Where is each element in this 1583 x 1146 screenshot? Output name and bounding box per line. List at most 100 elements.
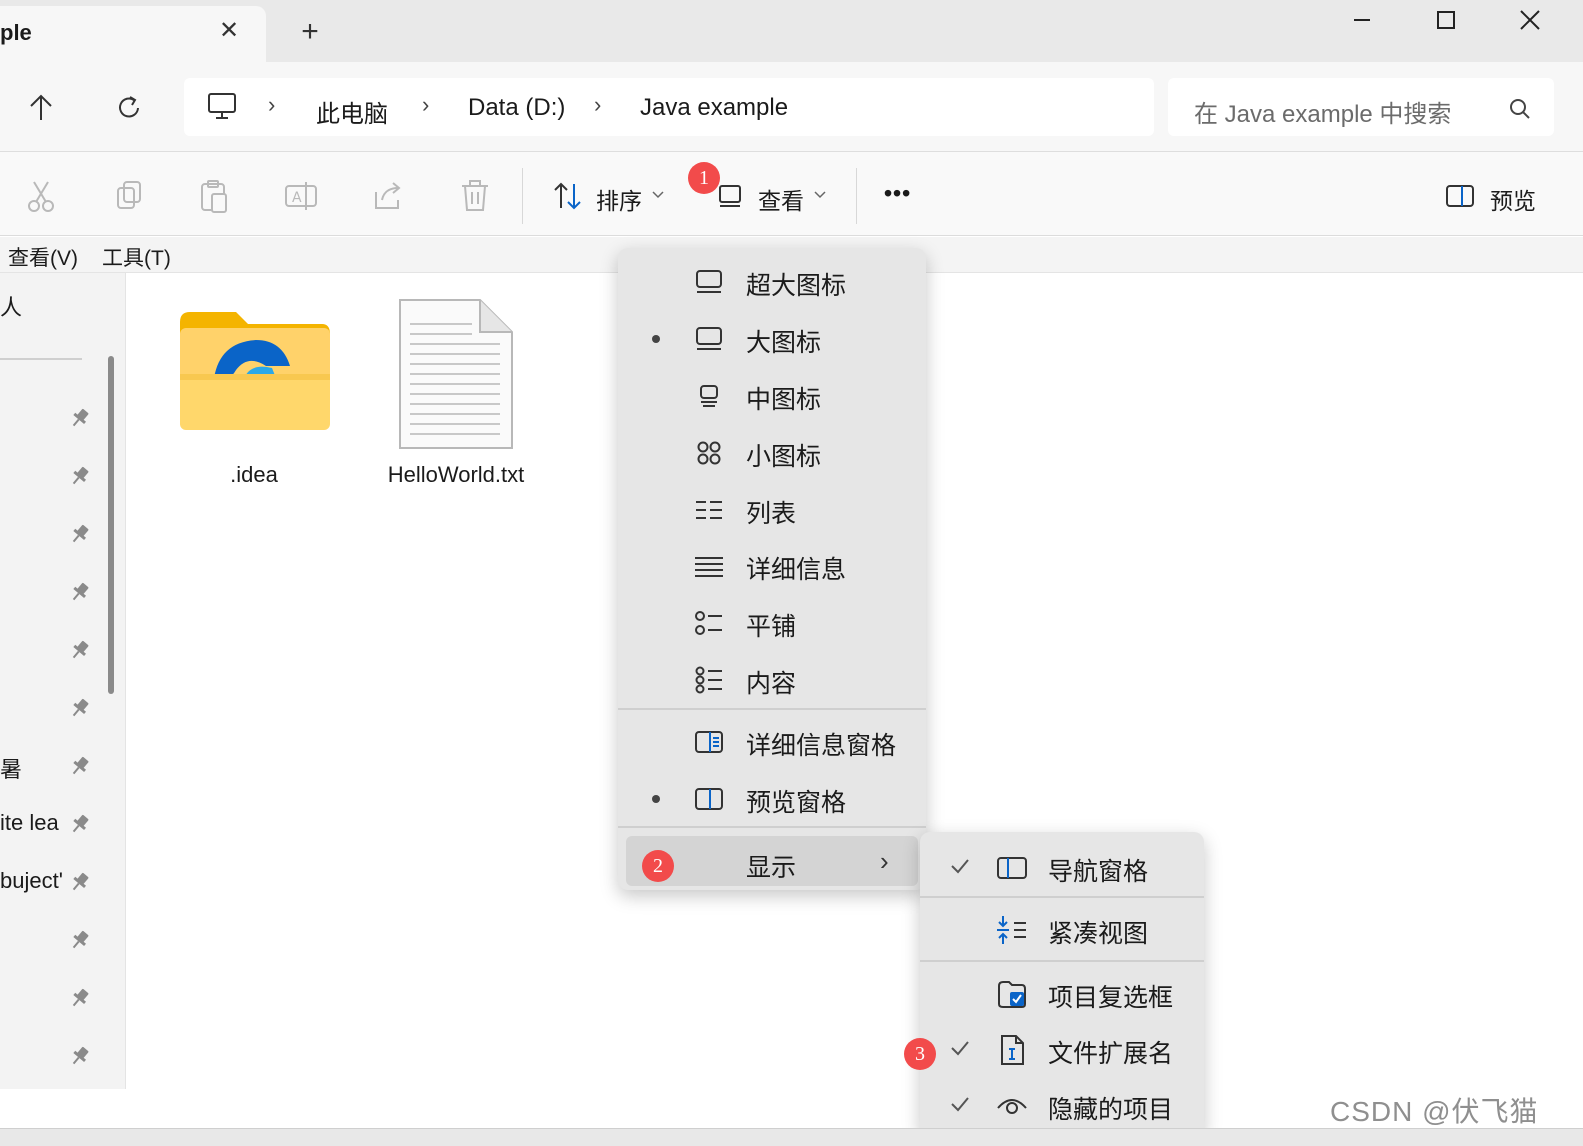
submenu-divider bbox=[920, 960, 1204, 962]
maximize-icon bbox=[1437, 11, 1455, 29]
menu-item[interactable]: 中图标 bbox=[618, 368, 926, 424]
menu-item[interactable]: 详细信息窗格 bbox=[618, 714, 926, 770]
more-options-button[interactable]: ••• bbox=[884, 180, 911, 207]
minimize-button[interactable] bbox=[1342, 4, 1382, 36]
view-icon[interactable] bbox=[716, 182, 744, 210]
checkmark-icon bbox=[948, 854, 972, 878]
menu-item-label: 平铺 bbox=[746, 613, 797, 641]
navigation-pane bbox=[0, 273, 96, 1089]
breadcrumb-separator: › bbox=[268, 92, 276, 117]
preview-pane-icon bbox=[694, 785, 724, 813]
compact-view-icon bbox=[996, 914, 1028, 946]
pin-icon bbox=[68, 1044, 92, 1068]
paste-icon[interactable] bbox=[194, 176, 234, 216]
sidebar-scrollbar[interactable] bbox=[108, 356, 114, 694]
list-icon bbox=[694, 496, 724, 524]
cut-icon[interactable] bbox=[22, 176, 62, 216]
preview-button[interactable]: 预览 bbox=[1490, 182, 1536, 216]
tab-title: ple bbox=[0, 20, 32, 45]
toolbar-divider bbox=[856, 168, 857, 224]
file-name-idea[interactable]: .idea bbox=[164, 462, 344, 488]
breadcrumb-data-drive[interactable]: Data (D:) bbox=[468, 94, 565, 122]
submenu-item[interactable]: 项目复选框 bbox=[920, 966, 1204, 1022]
file-extension-icon bbox=[996, 1034, 1028, 1066]
breadcrumb-separator: › bbox=[422, 92, 430, 117]
close-icon bbox=[1520, 10, 1540, 30]
menu-item[interactable]: 小图标 bbox=[618, 425, 926, 481]
tiles-icon bbox=[694, 609, 724, 637]
delete-icon[interactable] bbox=[456, 176, 496, 216]
pin-icon bbox=[68, 406, 92, 430]
new-tab-button[interactable]: + bbox=[296, 16, 324, 48]
arrow-up-icon bbox=[30, 94, 52, 120]
tab-close-button[interactable]: ✕ bbox=[216, 16, 242, 46]
maximize-button[interactable] bbox=[1426, 4, 1466, 36]
content-icon bbox=[694, 666, 724, 694]
sidebar-item[interactable]: buject' bbox=[0, 868, 63, 894]
search-placeholder: 在 Java example 中搜索 bbox=[1194, 101, 1452, 128]
menu-item-label: 详细信息窗格 bbox=[746, 732, 897, 760]
menu-item[interactable]: 预览窗格 bbox=[618, 771, 926, 827]
menu-item[interactable]: 平铺 bbox=[618, 595, 926, 651]
menu-item-label: 超大图标 bbox=[746, 272, 847, 300]
breadcrumb-java-example[interactable]: Java example bbox=[640, 94, 788, 122]
menu-tools[interactable]: 工具(T) bbox=[102, 242, 171, 272]
sort-button[interactable]: 排序 bbox=[596, 182, 642, 216]
submenu-item[interactable]: 紧凑视图 bbox=[920, 902, 1204, 958]
submenu-item-label: 文件扩展名 bbox=[1048, 1040, 1174, 1068]
toolbar-divider bbox=[522, 168, 523, 224]
sidebar-item-personal[interactable]: 人 bbox=[0, 290, 22, 322]
submenu-item[interactable]: 导航窗格 bbox=[920, 840, 1204, 896]
nav-pane-icon bbox=[996, 852, 1028, 884]
monitor-icon bbox=[694, 325, 724, 353]
chevron-down-icon bbox=[812, 186, 828, 202]
close-window-button[interactable] bbox=[1510, 4, 1550, 36]
sidebar-item[interactable]: ite lea bbox=[0, 810, 59, 836]
chevron-down-icon bbox=[650, 186, 666, 202]
grid-icon bbox=[694, 439, 724, 467]
eye-icon bbox=[996, 1090, 1028, 1122]
pin-icon bbox=[68, 870, 92, 894]
menu-view[interactable]: 查看(V) bbox=[8, 242, 78, 272]
submenu-item[interactable]: 文件扩展名 bbox=[920, 1022, 1204, 1078]
rename-icon[interactable]: A bbox=[282, 176, 322, 216]
breadcrumb-this-pc[interactable]: 此电脑 bbox=[316, 94, 388, 129]
menu-item[interactable]: 大图标 bbox=[618, 311, 926, 367]
selected-dot-icon bbox=[652, 795, 660, 803]
step-badge-2: 2 bbox=[642, 850, 674, 882]
checkmark-icon bbox=[948, 1092, 972, 1116]
breadcrumb-separator: › bbox=[594, 92, 602, 117]
computer-icon bbox=[206, 90, 238, 122]
menu-item-show-label: 显示 bbox=[746, 854, 797, 882]
pin-icon bbox=[68, 580, 92, 604]
pin-icon bbox=[68, 812, 92, 836]
text-file-icon[interactable] bbox=[398, 298, 514, 450]
file-name-helloworld[interactable]: HelloWorld.txt bbox=[366, 462, 546, 488]
up-button[interactable] bbox=[24, 88, 58, 128]
selected-dot-icon bbox=[652, 335, 660, 343]
refresh-icon bbox=[119, 96, 139, 118]
search-icon[interactable] bbox=[1506, 95, 1534, 123]
folder-icon[interactable] bbox=[176, 308, 334, 434]
refresh-button[interactable] bbox=[112, 88, 146, 128]
sort-icon[interactable] bbox=[552, 180, 584, 212]
menu-item[interactable]: 内容 bbox=[618, 652, 926, 708]
menu-divider bbox=[618, 708, 926, 710]
submenu-item[interactable]: 隐藏的项目 bbox=[920, 1078, 1204, 1134]
status-bar bbox=[0, 1128, 1583, 1146]
menu-item-label: 小图标 bbox=[746, 443, 822, 471]
menu-item-label: 大图标 bbox=[746, 329, 822, 357]
menu-item-label: 详细信息 bbox=[746, 556, 847, 584]
share-icon[interactable] bbox=[368, 176, 408, 216]
sidebar-divider bbox=[0, 358, 82, 360]
monitor-small-icon bbox=[694, 382, 724, 410]
sidebar-item[interactable]: 暑 bbox=[0, 752, 22, 784]
view-button[interactable]: 查看 bbox=[758, 182, 804, 216]
watermark: CSDN @伏飞猫 bbox=[1330, 1096, 1539, 1127]
submenu-item-label: 导航窗格 bbox=[1048, 858, 1149, 886]
menu-item[interactable]: 列表 bbox=[618, 482, 926, 538]
menu-item[interactable]: 超大图标 bbox=[618, 254, 926, 310]
preview-pane-icon[interactable] bbox=[1444, 182, 1476, 210]
copy-icon[interactable] bbox=[108, 176, 148, 216]
menu-item[interactable]: 详细信息 bbox=[618, 538, 926, 594]
